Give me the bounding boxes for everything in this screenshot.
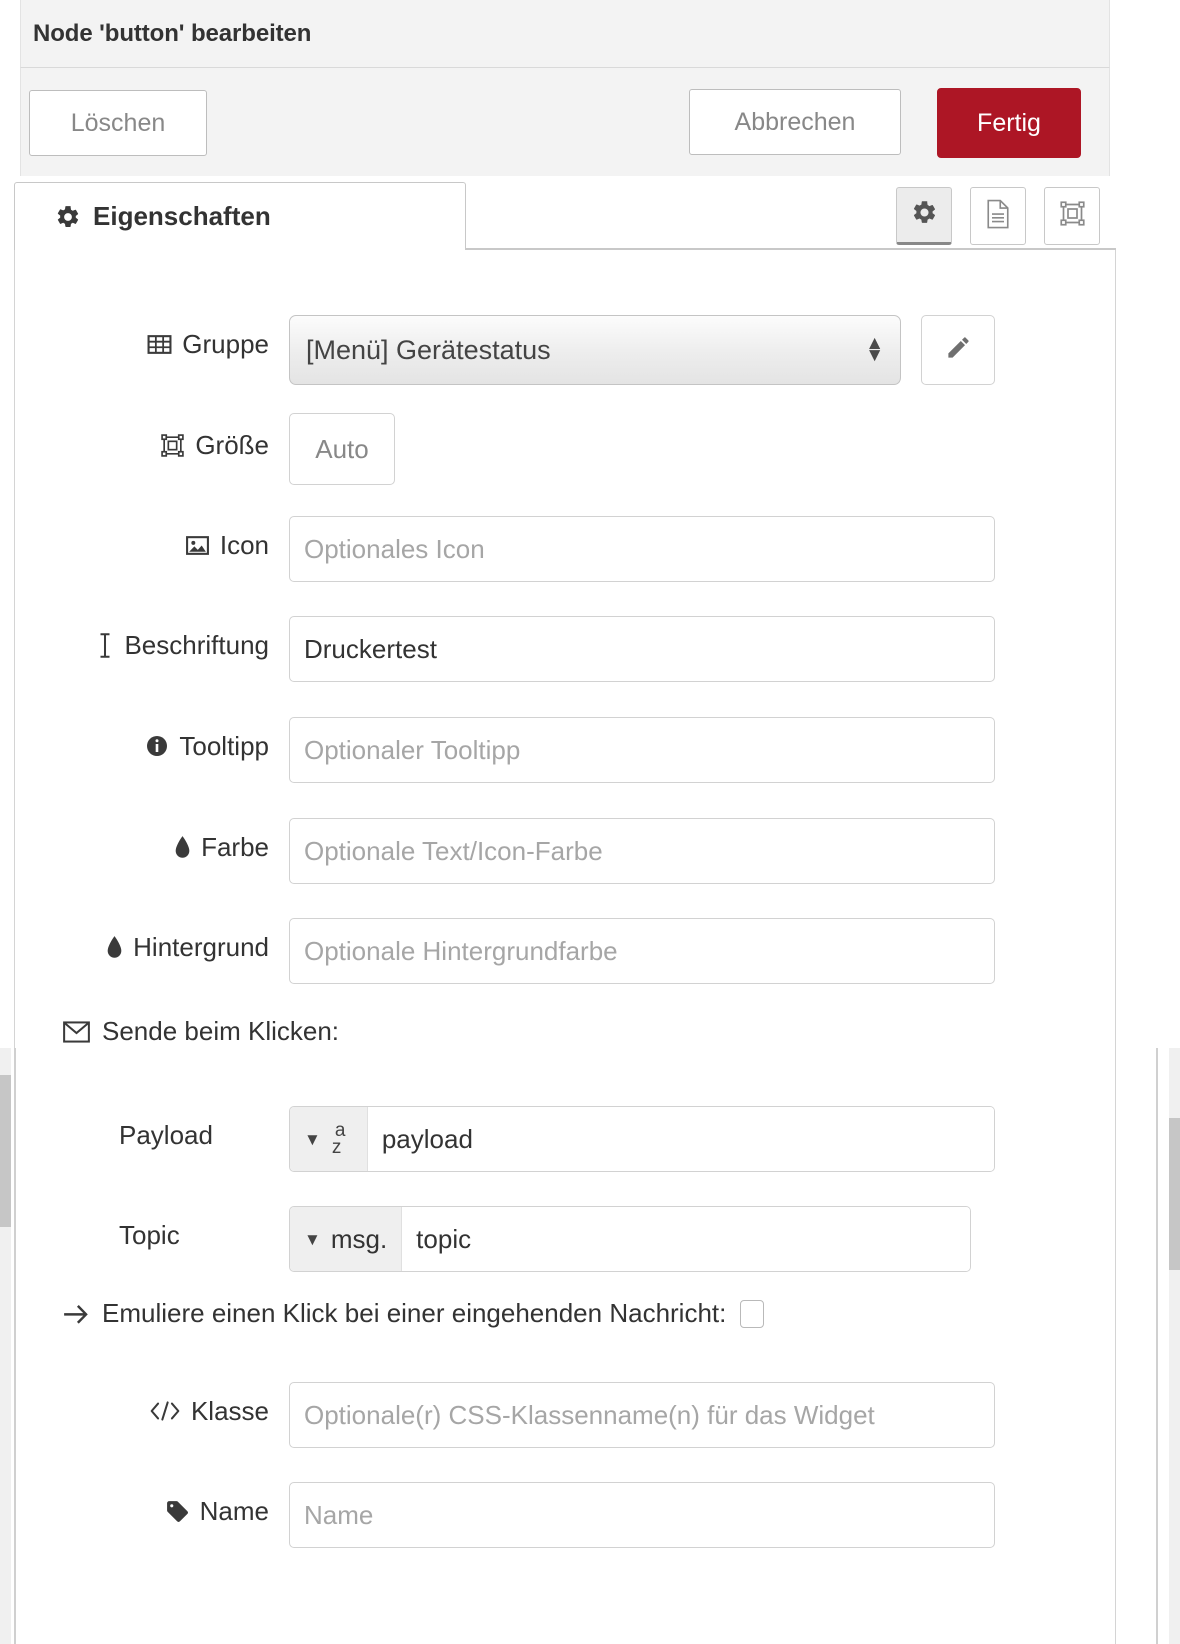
- tabs-row: Eigenschaften: [14, 176, 1116, 250]
- hintergrund-label: Hintergrund: [133, 931, 269, 962]
- dialog-titlebar: Node 'button' bearbeiten: [20, 0, 1110, 68]
- payload-typed-input[interactable]: ▼ az payload: [289, 1106, 995, 1172]
- tab-label: Eigenschaften: [93, 201, 271, 231]
- hintergrund-input[interactable]: [289, 918, 995, 984]
- icon-label: Icon: [219, 529, 269, 560]
- code-brackets-icon: [149, 1400, 181, 1422]
- gruppe-label-wrap: Gruppe: [147, 324, 269, 364]
- field-row-farbe: Farbe: [15, 810, 1117, 894]
- field-row-tooltipp: Tooltipp: [15, 709, 1117, 793]
- tooltipp-input[interactable]: [289, 717, 995, 783]
- image-icon: [185, 533, 210, 558]
- icon-label-wrap: Icon: [185, 525, 269, 565]
- gruppe-label: Gruppe: [182, 328, 269, 359]
- topic-type-prefix: msg.: [330, 1223, 388, 1254]
- gear-icon: [55, 204, 81, 230]
- chevron-down-icon: ▼: [304, 1129, 321, 1149]
- tooltipp-label: Tooltipp: [179, 730, 269, 761]
- size-button[interactable]: Auto: [289, 413, 395, 485]
- table-grid-icon: [147, 332, 172, 357]
- field-row-gruppe: Gruppe [Menü] Gerätestatus ▲ ▼: [15, 308, 1117, 392]
- tag-icon: [165, 1499, 190, 1524]
- appearance-view-button[interactable]: [1044, 187, 1100, 245]
- field-row-hintergrund: Hintergrund: [15, 910, 1117, 994]
- gear-icon: [911, 199, 938, 231]
- farbe-input[interactable]: [289, 818, 995, 884]
- klasse-input[interactable]: [289, 1382, 995, 1448]
- left-scrollbar-thumb[interactable]: [0, 1075, 11, 1227]
- panel-right-edge: [1156, 1048, 1158, 1644]
- cancel-button[interactable]: Abbrechen: [689, 89, 901, 155]
- payload-type-selector[interactable]: ▼ az: [290, 1107, 368, 1171]
- send-on-click-header: Sende beim Klicken:: [63, 1016, 339, 1047]
- emulate-click-row[interactable]: Emuliere einen Klick bei einer eingehend…: [63, 1298, 765, 1329]
- chevron-updown-icon: ▲ ▼: [865, 333, 884, 366]
- field-row-name: Name: [15, 1474, 1117, 1558]
- dialog-button-bar: Löschen Abbrechen Fertig: [20, 68, 1110, 176]
- group-select-value: [Menü] Gerätestatus: [306, 334, 551, 365]
- tooltipp-label-wrap: Tooltipp: [145, 726, 269, 766]
- chevron-down-icon: ▼: [304, 1229, 321, 1249]
- topic-typed-input[interactable]: ▼ msg. topic: [289, 1206, 971, 1272]
- hintergrund-label-wrap: Hintergrund: [106, 927, 269, 967]
- field-row-groesse: Größe Auto: [15, 408, 1117, 492]
- description-view-button[interactable]: [970, 187, 1026, 245]
- droplet-icon: [106, 935, 123, 960]
- panel-left-edge: [14, 1048, 16, 1644]
- topic-label: Topic: [119, 1219, 180, 1250]
- payload-label-wrap: Payload: [119, 1115, 213, 1155]
- properties-form: Gruppe [Menü] Gerätestatus ▲ ▼ Größe Aut…: [14, 250, 1116, 1644]
- emulate-click-checkbox[interactable]: [740, 1299, 765, 1328]
- info-circle-icon: [145, 734, 169, 758]
- properties-view-button[interactable]: [896, 187, 952, 245]
- done-button[interactable]: Fertig: [937, 88, 1081, 158]
- droplet-icon: [174, 835, 191, 860]
- delete-button[interactable]: Löschen: [29, 90, 207, 156]
- farbe-label: Farbe: [201, 831, 269, 862]
- field-row-klasse: Klasse: [15, 1374, 1117, 1458]
- klasse-label-wrap: Klasse: [149, 1391, 269, 1431]
- payload-label: Payload: [119, 1119, 213, 1150]
- name-input[interactable]: [289, 1482, 995, 1548]
- topic-type-selector[interactable]: ▼ msg.: [290, 1207, 403, 1271]
- az-string-icon: az: [331, 1120, 346, 1158]
- pencil-icon: [945, 334, 972, 366]
- edit-group-button[interactable]: [921, 315, 995, 385]
- field-row-icon: Icon: [15, 508, 1117, 592]
- name-label: Name: [199, 1495, 269, 1526]
- name-label-wrap: Name: [165, 1491, 269, 1531]
- farbe-label-wrap: Farbe: [174, 827, 269, 867]
- field-row-payload: Payload ▼ az payload: [15, 1098, 1117, 1182]
- emulate-click-label: Emuliere einen Klick bei einer eingehend…: [102, 1298, 727, 1328]
- field-row-beschriftung: Beschriftung: [15, 608, 1117, 692]
- document-icon: [985, 199, 1011, 234]
- envelope-icon: [63, 1020, 90, 1043]
- layout-resize-icon: [160, 433, 185, 458]
- topic-label-wrap: Topic: [119, 1215, 180, 1255]
- arrow-right-icon: [63, 1303, 90, 1325]
- group-select[interactable]: [Menü] Gerätestatus ▲ ▼: [289, 315, 901, 385]
- tab-eigenschaften[interactable]: Eigenschaften: [14, 182, 466, 250]
- right-scrollbar-thumb[interactable]: [1169, 1118, 1180, 1270]
- page-title: Node 'button' bearbeiten: [33, 19, 312, 47]
- payload-value[interactable]: payload: [367, 1107, 994, 1171]
- beschriftung-label-wrap: Beschriftung: [96, 625, 269, 665]
- beschriftung-label: Beschriftung: [124, 629, 269, 660]
- groesse-label-wrap: Größe: [160, 425, 269, 465]
- beschriftung-input[interactable]: [289, 616, 995, 682]
- layout-resize-icon: [1059, 200, 1086, 232]
- node-edit-dialog: Node 'button' bearbeiten Löschen Abbrech…: [0, 0, 1180, 1644]
- text-cursor-icon: [96, 632, 114, 659]
- groesse-label: Größe: [195, 429, 269, 460]
- send-on-click-label: Sende beim Klicken:: [102, 1016, 340, 1046]
- icon-input[interactable]: [289, 516, 995, 582]
- klasse-label: Klasse: [190, 1395, 269, 1426]
- topic-value[interactable]: topic: [402, 1207, 970, 1271]
- field-row-topic: Topic ▼ msg. topic: [15, 1198, 1117, 1282]
